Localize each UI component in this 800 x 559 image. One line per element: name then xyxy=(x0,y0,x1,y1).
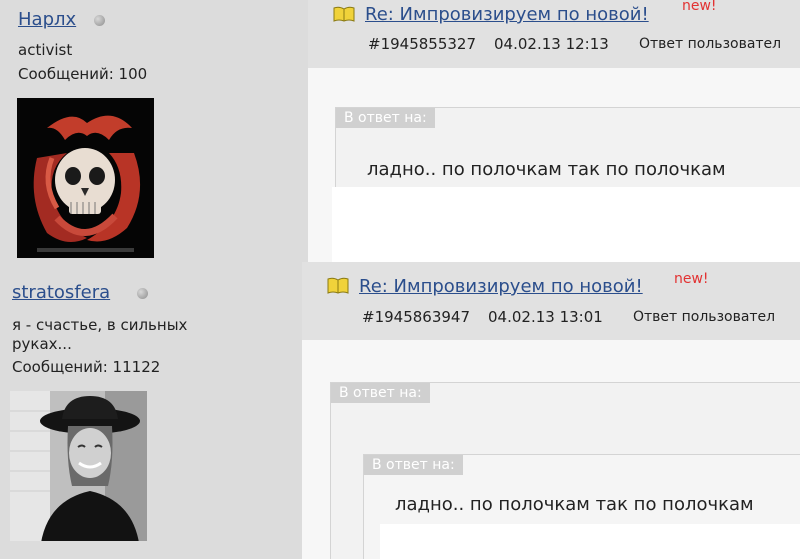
post-content: Re: Импровизируем по новой! new! #194585… xyxy=(308,0,800,262)
post-header: Re: Импровизируем по новой! new! #194585… xyxy=(308,0,800,68)
status-dot-icon xyxy=(137,288,148,299)
post-datetime: 04.02.13 13:01 xyxy=(488,308,603,326)
post-title-link[interactable]: Re: Импровизируем по новой! xyxy=(365,4,649,25)
quote-label: В ответ на: xyxy=(336,108,435,128)
username-link[interactable]: Нарлх xyxy=(18,9,76,30)
quote-text: ладно.. по полочкам так по полочкам xyxy=(395,494,754,515)
post-datetime: 04.02.13 12:13 xyxy=(494,35,609,53)
user-title: я - счастье, в сильных руках... xyxy=(12,316,188,353)
dragon-skull-avatar xyxy=(17,98,154,258)
post-count: Сообщений: 100 xyxy=(18,65,148,83)
post-title-link[interactable]: Re: Импровизируем по новой! xyxy=(359,276,643,297)
status-dot-icon xyxy=(94,15,105,26)
quote-text: ладно.. по полочкам так по полочкам xyxy=(367,159,726,180)
reply-area xyxy=(380,524,800,559)
quote-block: В ответ на: ладно.. по полочкам так по п… xyxy=(335,107,800,189)
reply-to-user: Ответ пользовател xyxy=(639,36,782,52)
user-sidebar: stratosfera я - счастье, в сильных руках… xyxy=(0,262,302,559)
nested-quote-label: В ответ на: xyxy=(364,455,463,475)
user-sidebar: Нарлх activist Сообщений: 100 xyxy=(0,0,308,262)
new-badge: new! xyxy=(674,271,709,287)
post-number[interactable]: #1945855327 xyxy=(368,35,476,53)
username-link[interactable]: stratosfera xyxy=(12,282,110,303)
post-number[interactable]: #1945863947 xyxy=(362,308,470,326)
new-badge: new! xyxy=(682,0,717,14)
post-body: В ответ на: ладно.. по полочкам так по п… xyxy=(308,68,800,262)
post-2: stratosfera я - счастье, в сильных руках… xyxy=(0,262,800,559)
quote-label: В ответ на: xyxy=(331,383,430,403)
reply-area xyxy=(332,187,800,262)
user-avatar[interactable] xyxy=(10,391,147,550)
woman-in-hat-avatar xyxy=(10,391,147,550)
user-avatar[interactable] xyxy=(17,98,154,258)
book-icon xyxy=(327,277,349,294)
book-icon xyxy=(333,6,355,22)
reply-to-user: Ответ пользовател xyxy=(633,309,776,325)
post-1: Нарлх activist Сообщений: 100 Re: Импров… xyxy=(0,0,800,262)
post-count: Сообщений: 11122 xyxy=(12,358,161,376)
user-title: activist xyxy=(18,41,73,59)
post-header: Re: Импровизируем по новой! new! #194586… xyxy=(302,262,800,340)
post-body: В ответ на: В ответ на: ладно.. по полоч… xyxy=(302,340,800,559)
post-content: Re: Импровизируем по новой! new! #194586… xyxy=(302,262,800,559)
